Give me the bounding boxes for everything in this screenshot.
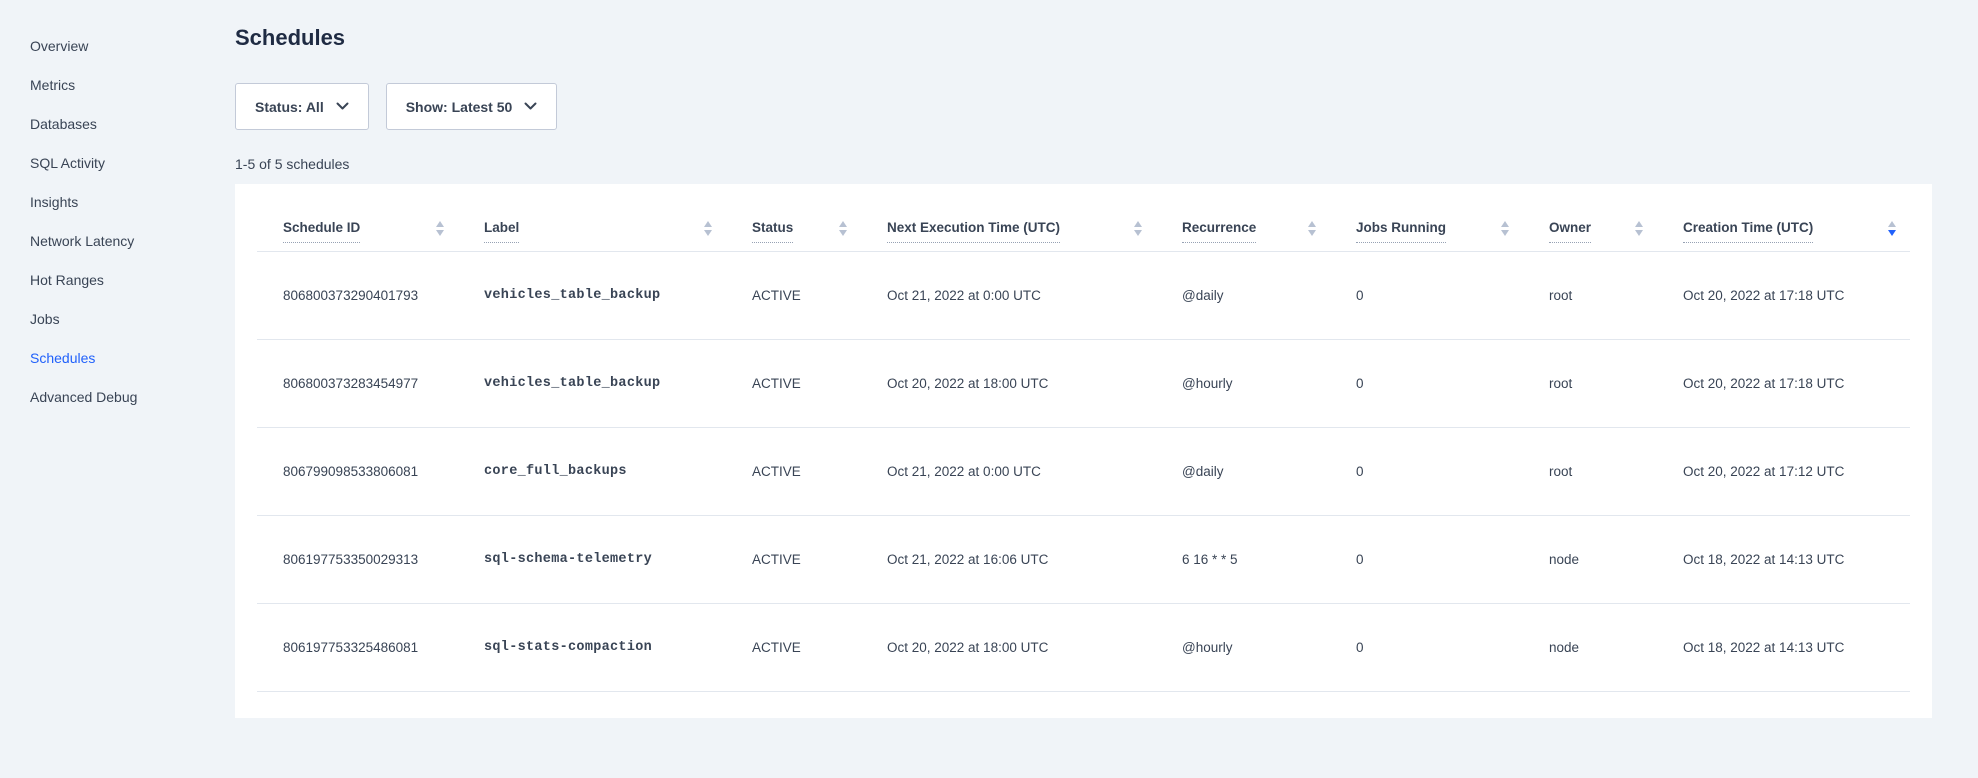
table-row[interactable]: 806197753325486081 sql-stats-compaction … (257, 603, 1910, 691)
cell-jobs-running: 0 (1330, 515, 1523, 603)
table-header-row: Schedule ID Label Status Next Execution … (257, 184, 1910, 251)
sidebar-item-sql-activity[interactable]: SQL Activity (0, 144, 235, 183)
cell-jobs-running: 0 (1330, 603, 1523, 691)
cell-label: core_full_backups (458, 427, 726, 515)
cell-recurrence: @hourly (1156, 603, 1330, 691)
cell-jobs-running: 0 (1330, 251, 1523, 339)
chevron-down-icon (336, 102, 349, 111)
table-row[interactable]: 806799098533806081 core_full_backups ACT… (257, 427, 1910, 515)
sidebar-item-overview[interactable]: Overview (0, 27, 235, 66)
cell-recurrence: @daily (1156, 427, 1330, 515)
status-filter-label: Status: All (255, 99, 324, 115)
sidebar: Overview Metrics Databases SQL Activity … (0, 0, 235, 778)
cell-schedule-id: 806197753350029313 (257, 515, 458, 603)
cell-label: sql-schema-telemetry (458, 515, 726, 603)
sort-icon[interactable] (1635, 221, 1643, 240)
column-header-label[interactable]: Label (458, 184, 726, 251)
sidebar-item-advanced-debug[interactable]: Advanced Debug (0, 378, 235, 417)
cell-status: ACTIVE (726, 603, 861, 691)
cell-owner: root (1523, 427, 1657, 515)
sort-icon[interactable] (436, 221, 444, 240)
cell-creation-time: Oct 18, 2022 at 14:13 UTC (1657, 515, 1910, 603)
column-header-recurrence[interactable]: Recurrence (1156, 184, 1330, 251)
app-root: Overview Metrics Databases SQL Activity … (0, 0, 1978, 778)
results-count: 1-5 of 5 schedules (235, 155, 1932, 173)
sidebar-item-insights[interactable]: Insights (0, 183, 235, 222)
sidebar-item-network-latency[interactable]: Network Latency (0, 222, 235, 261)
cell-label: vehicles_table_backup (458, 251, 726, 339)
schedules-table: Schedule ID Label Status Next Execution … (257, 184, 1910, 692)
column-header-next-execution-time[interactable]: Next Execution Time (UTC) (861, 184, 1156, 251)
filter-bar: Status: All Show: Latest 50 (235, 83, 1932, 130)
column-header-schedule-id[interactable]: Schedule ID (257, 184, 458, 251)
cell-next-execution: Oct 21, 2022 at 0:00 UTC (861, 427, 1156, 515)
cell-next-execution: Oct 20, 2022 at 18:00 UTC (861, 603, 1156, 691)
cell-recurrence: 6 16 * * 5 (1156, 515, 1330, 603)
column-label: Owner (1549, 219, 1591, 243)
cell-next-execution: Oct 21, 2022 at 16:06 UTC (861, 515, 1156, 603)
cell-next-execution: Oct 21, 2022 at 0:00 UTC (861, 251, 1156, 339)
cell-jobs-running: 0 (1330, 427, 1523, 515)
show-filter-label: Show: Latest 50 (406, 99, 513, 115)
cell-owner: node (1523, 515, 1657, 603)
cell-status: ACTIVE (726, 427, 861, 515)
cell-label: vehicles_table_backup (458, 339, 726, 427)
sidebar-item-schedules[interactable]: Schedules (0, 339, 235, 378)
show-filter-dropdown[interactable]: Show: Latest 50 (386, 83, 558, 130)
column-label: Label (484, 219, 519, 243)
sidebar-item-metrics[interactable]: Metrics (0, 66, 235, 105)
cell-schedule-id: 806800373290401793 (257, 251, 458, 339)
table-row[interactable]: 806800373290401793 vehicles_table_backup… (257, 251, 1910, 339)
cell-jobs-running: 0 (1330, 339, 1523, 427)
sort-icon[interactable] (704, 221, 712, 240)
cell-status: ACTIVE (726, 515, 861, 603)
column-header-owner[interactable]: Owner (1523, 184, 1657, 251)
cell-label: sql-stats-compaction (458, 603, 726, 691)
column-label: Jobs Running (1356, 219, 1446, 243)
main-content: Schedules Status: All Show: Latest 50 1-… (235, 0, 1978, 778)
sort-icon[interactable] (1501, 221, 1509, 240)
cell-owner: node (1523, 603, 1657, 691)
cell-schedule-id: 806799098533806081 (257, 427, 458, 515)
cell-creation-time: Oct 20, 2022 at 17:18 UTC (1657, 339, 1910, 427)
sort-icon[interactable] (1308, 221, 1316, 240)
cell-owner: root (1523, 339, 1657, 427)
column-header-jobs-running[interactable]: Jobs Running (1330, 184, 1523, 251)
cell-recurrence: @hourly (1156, 339, 1330, 427)
cell-next-execution: Oct 20, 2022 at 18:00 UTC (861, 339, 1156, 427)
column-label: Status (752, 219, 793, 243)
cell-creation-time: Oct 20, 2022 at 17:12 UTC (1657, 427, 1910, 515)
sort-icon[interactable] (1134, 221, 1142, 240)
schedules-table-card: Schedule ID Label Status Next Execution … (235, 184, 1932, 718)
cell-status: ACTIVE (726, 251, 861, 339)
page-title: Schedules (235, 24, 1932, 52)
sidebar-item-jobs[interactable]: Jobs (0, 300, 235, 339)
column-label: Next Execution Time (UTC) (887, 219, 1060, 243)
cell-creation-time: Oct 18, 2022 at 14:13 UTC (1657, 603, 1910, 691)
cell-status: ACTIVE (726, 339, 861, 427)
status-filter-dropdown[interactable]: Status: All (235, 83, 369, 130)
cell-recurrence: @daily (1156, 251, 1330, 339)
column-header-creation-time[interactable]: Creation Time (UTC) (1657, 184, 1910, 251)
cell-owner: root (1523, 251, 1657, 339)
cell-schedule-id: 806800373283454977 (257, 339, 458, 427)
column-label: Creation Time (UTC) (1683, 219, 1813, 243)
table-row[interactable]: 806197753350029313 sql-schema-telemetry … (257, 515, 1910, 603)
sort-icon[interactable] (839, 221, 847, 240)
column-header-status[interactable]: Status (726, 184, 861, 251)
chevron-down-icon (524, 102, 537, 111)
sidebar-item-hot-ranges[interactable]: Hot Ranges (0, 261, 235, 300)
column-label: Schedule ID (283, 219, 360, 243)
cell-creation-time: Oct 20, 2022 at 17:18 UTC (1657, 251, 1910, 339)
table-row[interactable]: 806800373283454977 vehicles_table_backup… (257, 339, 1910, 427)
column-label: Recurrence (1182, 219, 1256, 243)
sort-icon[interactable] (1888, 221, 1896, 240)
cell-schedule-id: 806197753325486081 (257, 603, 458, 691)
sidebar-item-databases[interactable]: Databases (0, 105, 235, 144)
